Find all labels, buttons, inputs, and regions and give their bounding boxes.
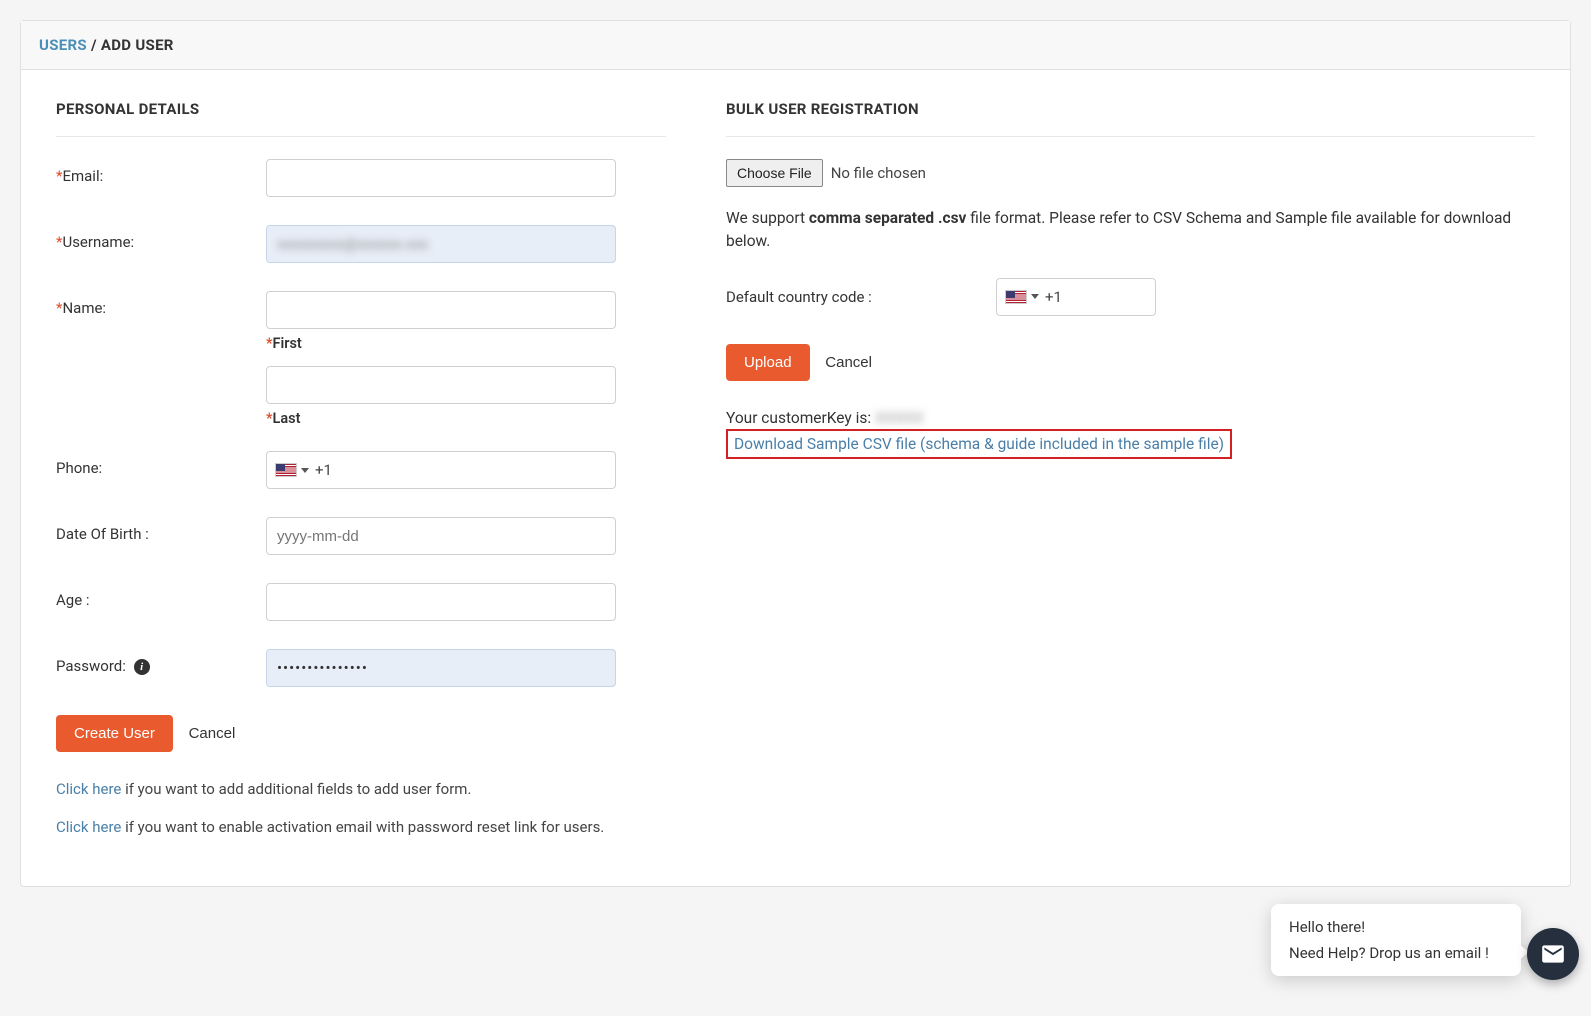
us-flag-icon [1005,290,1027,304]
name-label: *Name: [56,291,266,317]
choose-file-button[interactable]: Choose File [726,159,823,187]
customer-key-line: Your customerKey is: XXXXX [726,409,1535,427]
email-field[interactable] [266,159,616,197]
username-label: *Username: [56,225,266,251]
default-country-code-value: +1 [1045,288,1070,306]
bulk-registration-title: BULK USER REGISTRATION [726,90,1535,137]
password-field[interactable]: ••••••••••••••• [266,649,616,687]
chevron-down-icon[interactable] [1031,294,1039,299]
personal-details-title: PERSONAL DETAILS [56,90,666,137]
phone-field[interactable]: +1 [266,451,616,489]
breadcrumb-separator: / [91,36,101,54]
create-user-button[interactable]: Create User [56,715,173,752]
additional-fields-link[interactable]: Click here [56,780,121,798]
default-country-code-select[interactable]: +1 [996,278,1156,316]
last-name-field[interactable] [266,366,616,404]
helper-activation-email: Click here if you want to enable activat… [56,818,666,836]
phone-label: Phone: [56,451,266,477]
dob-field[interactable] [266,517,616,555]
csv-support-text: We support comma separated .csv file for… [726,207,1535,254]
dob-label: Date Of Birth : [56,517,266,543]
last-name-sublabel: *Last [266,410,616,427]
upload-button[interactable]: Upload [726,344,810,381]
age-label: Age : [56,583,266,609]
email-label: *Email: [56,159,266,185]
breadcrumb-users-link[interactable]: USERS [39,36,87,54]
download-sample-csv-link[interactable]: Download Sample CSV file (schema & guide… [734,435,1224,453]
info-icon[interactable]: i [134,659,150,675]
password-label: Password: i [56,649,266,675]
phone-country-code: +1 [315,461,340,479]
breadcrumb: USERS / ADD USER [21,21,1570,70]
us-flag-icon [275,463,297,477]
bulk-cancel-button[interactable]: Cancel [813,344,884,381]
chat-prompt: Need Help? Drop us an email ! [1289,944,1503,962]
chat-greeting: Hello there! [1289,918,1503,936]
customer-key-value: XXXXX [875,409,924,427]
bulk-registration-section: BULK USER REGISTRATION Choose File No fi… [726,90,1535,856]
breadcrumb-current: ADD USER [101,36,174,54]
chat-fab-button[interactable] [1527,928,1579,980]
first-name-sublabel: *First [266,335,616,352]
personal-details-section: PERSONAL DETAILS *Email: *Username: xxxx… [56,90,666,856]
mail-icon [1540,941,1566,967]
default-country-code-label: Default country code : [726,288,996,306]
cancel-button[interactable]: Cancel [177,715,248,752]
chat-help-bubble[interactable]: Hello there! Need Help? Drop us an email… [1271,904,1521,976]
helper-additional-fields: Click here if you want to add additional… [56,780,666,798]
username-field[interactable]: xxxxxxxxx@xxxxxx.xxx [266,225,616,263]
age-field[interactable] [266,583,616,621]
download-sample-highlight: Download Sample CSV file (schema & guide… [726,429,1232,459]
activation-email-link[interactable]: Click here [56,818,121,836]
first-name-field[interactable] [266,291,616,329]
file-chosen-status: No file chosen [831,164,926,182]
chevron-down-icon[interactable] [301,468,309,473]
